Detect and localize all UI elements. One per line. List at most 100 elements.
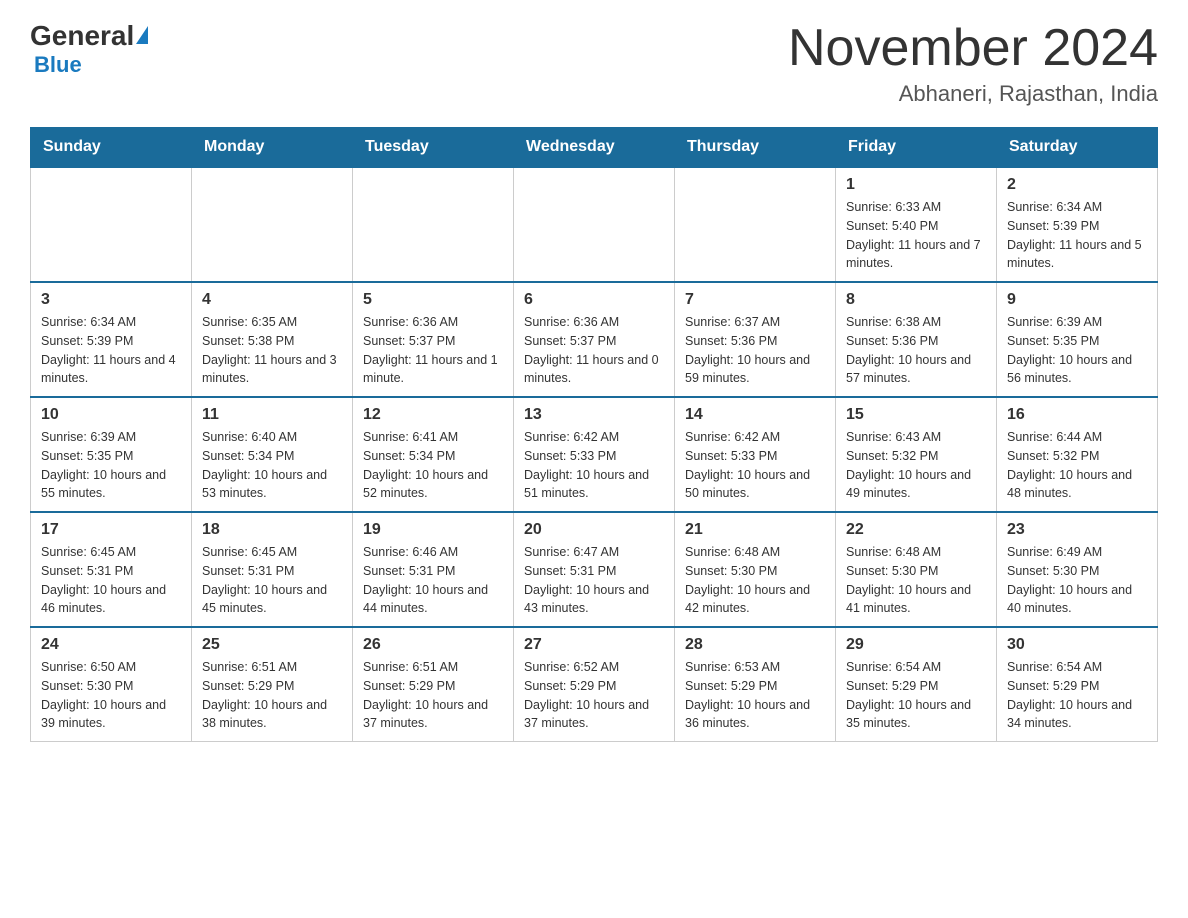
day-number: 11: [202, 406, 342, 424]
calendar-cell: 17Sunrise: 6:45 AMSunset: 5:31 PMDayligh…: [31, 512, 192, 627]
calendar-cell: 10 Sunrise: 6:39 AMSunset: 5:35 PMDayligh…: [31, 397, 192, 512]
calendar-cell: 7 Sunrise: 6:37 AMSunset: 5:36 PMDaylight…: [675, 282, 836, 397]
day-number: 10: [41, 406, 181, 424]
week-row-3: 10 Sunrise: 6:39 AMSunset: 5:35 PMDayligh…: [31, 397, 1158, 512]
day-number: 21: [685, 521, 825, 539]
title-section: November 2024 Abhaneri, Rajasthan, India: [788, 20, 1158, 107]
calendar-cell: 27 Sunrise: 6:52 AMSunset: 5:29 PMDayligh…: [514, 627, 675, 742]
day-number: 5: [363, 291, 503, 309]
day-info: Sunrise: 6:44 AMSunset: 5:32 PMDaylight:…: [1007, 428, 1147, 503]
day-header-saturday: Saturday: [997, 128, 1158, 168]
day-number: 6: [524, 291, 664, 309]
day-header-wednesday: Wednesday: [514, 128, 675, 168]
calendar-cell: 16 Sunrise: 6:44 AMSunset: 5:32 PMDayligh…: [997, 397, 1158, 512]
day-number: 17: [41, 521, 181, 539]
day-info: Sunrise: 6:43 AMSunset: 5:32 PMDaylight:…: [846, 428, 986, 503]
calendar-cell: 26Sunrise: 6:51 AMSunset: 5:29 PMDayligh…: [353, 627, 514, 742]
week-row-2: 3Sunrise: 6:34 AMSunset: 5:39 PMDaylight…: [31, 282, 1158, 397]
day-number: 15: [846, 406, 986, 424]
day-number: 29: [846, 636, 986, 654]
calendar-table: SundayMondayTuesdayWednesdayThursdayFrid…: [30, 127, 1158, 742]
day-number: 14: [685, 406, 825, 424]
day-header-monday: Monday: [192, 128, 353, 168]
calendar-cell: 29 Sunrise: 6:54 AMSunset: 5:29 PMDayligh…: [836, 627, 997, 742]
day-header-thursday: Thursday: [675, 128, 836, 168]
day-info: Sunrise: 6:53 AMSunset: 5:29 PMDaylight:…: [685, 658, 825, 733]
week-row-4: 17 Sunrise: 6:45 AMSunset: 5:31 PMDayligh…: [31, 512, 1158, 627]
day-info: Sunrise: 6:49 AMSunset: 5:30 PMDaylight:…: [1007, 543, 1147, 618]
day-info: Sunrise: 6:54 AMSunset: 5:29 PMDaylight:…: [846, 658, 986, 733]
day-number: 7: [685, 291, 825, 309]
calendar-cell: 2 Sunrise: 6:34 AMSunset: 5:39 PMDaylight…: [997, 167, 1158, 282]
day-number: 28: [685, 636, 825, 654]
day-number: 30: [1007, 636, 1147, 654]
day-info: Sunrise: 6:33 AMSunset: 5:40 PMDaylight:…: [846, 198, 986, 273]
calendar-cell: 1 Sunrise: 6:33 AMSunset: 5:40 PMDaylight…: [836, 167, 997, 282]
calendar-cell: 28 Sunrise: 6:53 AMSunset: 5:29 PMDayligh…: [675, 627, 836, 742]
day-info: Sunrise: 6:45 AMSunset: 5:31 PMDaylight:…: [202, 543, 342, 618]
day-number: 16: [1007, 406, 1147, 424]
day-info: Sunrise: 6:39 AMSunset: 5:35 PMDaylight:…: [41, 428, 181, 503]
logo-text: General: [30, 20, 148, 52]
day-header-sunday: Sunday: [31, 128, 192, 168]
day-header-friday: Friday: [836, 128, 997, 168]
logo-general: General: [30, 20, 134, 52]
day-number: 25: [202, 636, 342, 654]
day-number: 23: [1007, 521, 1147, 539]
calendar-cell: [675, 167, 836, 282]
day-info: Sunrise: 6:51 AMSunset: 5:29 PMDaylight:…: [363, 658, 503, 733]
day-info: Sunrise: 6:50 AMSunset: 5:30 PMDaylight:…: [41, 658, 181, 733]
day-info: Sunrise: 6:38 AMSunset: 5:36 PMDaylight:…: [846, 313, 986, 388]
logo-triangle-icon: [136, 26, 148, 44]
location-title: Abhaneri, Rajasthan, India: [788, 81, 1158, 107]
calendar-cell: [31, 167, 192, 282]
day-number: 12: [363, 406, 503, 424]
day-number: 8: [846, 291, 986, 309]
day-info: Sunrise: 6:42 AMSunset: 5:33 PMDaylight:…: [524, 428, 664, 503]
day-number: 9: [1007, 291, 1147, 309]
calendar-cell: 18 Sunrise: 6:45 AMSunset: 5:31 PMDayligh…: [192, 512, 353, 627]
day-info: Sunrise: 6:34 AMSunset: 5:39 PMDaylight:…: [1007, 198, 1147, 273]
calendar-cell: [514, 167, 675, 282]
day-info: Sunrise: 6:52 AMSunset: 5:29 PMDaylight:…: [524, 658, 664, 733]
day-info: Sunrise: 6:36 AMSunset: 5:37 PMDaylight:…: [363, 313, 503, 388]
day-info: Sunrise: 6:42 AMSunset: 5:33 PMDaylight:…: [685, 428, 825, 503]
day-number: 1: [846, 176, 986, 194]
day-info: Sunrise: 6:51 AMSunset: 5:29 PMDaylight:…: [202, 658, 342, 733]
day-info: Sunrise: 6:37 AMSunset: 5:36 PMDaylight:…: [685, 313, 825, 388]
day-number: 27: [524, 636, 664, 654]
day-info: Sunrise: 6:54 AMSunset: 5:29 PMDaylight:…: [1007, 658, 1147, 733]
day-info: Sunrise: 6:46 AMSunset: 5:31 PMDaylight:…: [363, 543, 503, 618]
calendar-cell: 22 Sunrise: 6:48 AMSunset: 5:30 PMDayligh…: [836, 512, 997, 627]
day-info: Sunrise: 6:35 AMSunset: 5:38 PMDaylight:…: [202, 313, 342, 388]
day-number: 18: [202, 521, 342, 539]
calendar-cell: 4 Sunrise: 6:35 AMSunset: 5:38 PMDaylight…: [192, 282, 353, 397]
day-number: 4: [202, 291, 342, 309]
day-number: 2: [1007, 176, 1147, 194]
calendar-cell: 14 Sunrise: 6:42 AMSunset: 5:33 PMDayligh…: [675, 397, 836, 512]
day-info: Sunrise: 6:48 AMSunset: 5:30 PMDaylight:…: [685, 543, 825, 618]
day-number: 19: [363, 521, 503, 539]
calendar-cell: 24 Sunrise: 6:50 AMSunset: 5:30 PMDayligh…: [31, 627, 192, 742]
day-info: Sunrise: 6:34 AMSunset: 5:39 PMDaylight:…: [41, 313, 181, 388]
calendar-cell: 15 Sunrise: 6:43 AMSunset: 5:32 PMDayligh…: [836, 397, 997, 512]
calendar-cell: 11 Sunrise: 6:40 AMSunset: 5:34 PMDayligh…: [192, 397, 353, 512]
day-number: 22: [846, 521, 986, 539]
day-info: Sunrise: 6:40 AMSunset: 5:34 PMDaylight:…: [202, 428, 342, 503]
day-info: Sunrise: 6:48 AMSunset: 5:30 PMDaylight:…: [846, 543, 986, 618]
week-row-5: 24 Sunrise: 6:50 AMSunset: 5:30 PMDayligh…: [31, 627, 1158, 742]
calendar-cell: [353, 167, 514, 282]
page-header: General Blue November 2024 Abhaneri, Raj…: [30, 20, 1158, 107]
week-row-1: 1 Sunrise: 6:33 AMSunset: 5:40 PMDaylight…: [31, 167, 1158, 282]
calendar-cell: 9Sunrise: 6:39 AMSunset: 5:35 PMDaylight…: [997, 282, 1158, 397]
calendar-cell: 30 Sunrise: 6:54 AMSunset: 5:29 PMDayligh…: [997, 627, 1158, 742]
calendar-cell: 23 Sunrise: 6:49 AMSunset: 5:30 PMDayligh…: [997, 512, 1158, 627]
day-info: Sunrise: 6:41 AMSunset: 5:34 PMDaylight:…: [363, 428, 503, 503]
logo: General Blue: [30, 20, 148, 78]
calendar-header-row: SundayMondayTuesdayWednesdayThursdayFrid…: [31, 128, 1158, 168]
calendar-cell: 5 Sunrise: 6:36 AMSunset: 5:37 PMDaylight…: [353, 282, 514, 397]
calendar-cell: 13Sunrise: 6:42 AMSunset: 5:33 PMDayligh…: [514, 397, 675, 512]
day-number: 24: [41, 636, 181, 654]
calendar-cell: 8 Sunrise: 6:38 AMSunset: 5:36 PMDaylight…: [836, 282, 997, 397]
calendar-cell: [192, 167, 353, 282]
